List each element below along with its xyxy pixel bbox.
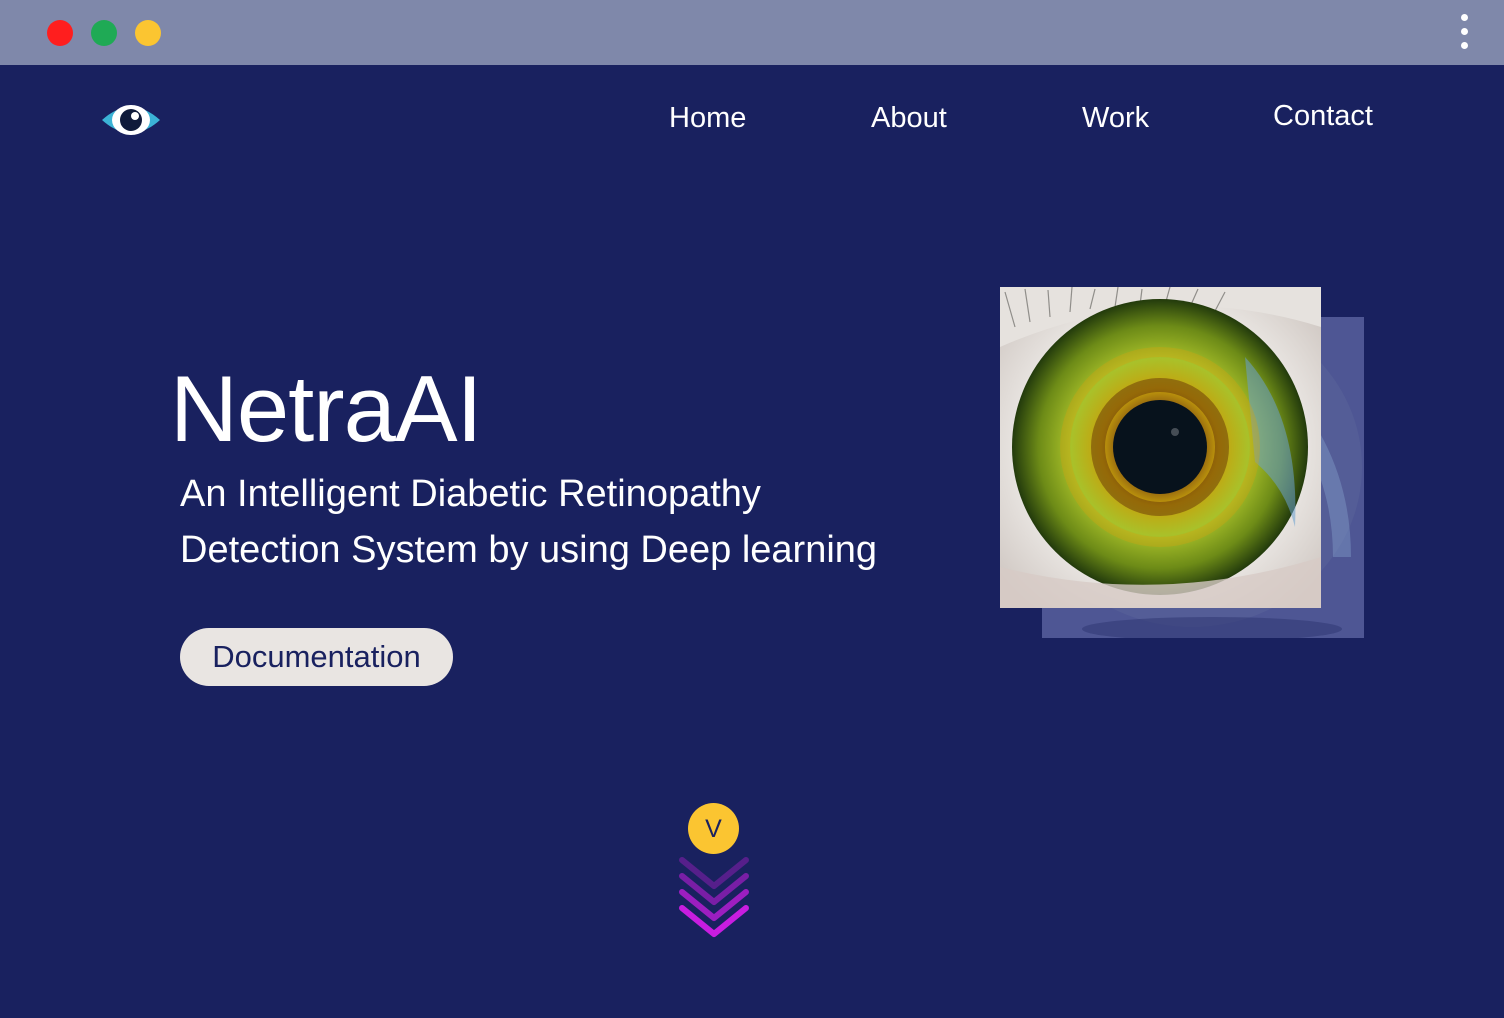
minimize-window-button[interactable] bbox=[135, 20, 161, 46]
hero-subtitle-line-1: An Intelligent Diabetic Retinopathy bbox=[180, 473, 761, 515]
hero-subtitle-line-2: Detection System by using Deep learning bbox=[180, 529, 878, 571]
hero-title: NetraAI bbox=[170, 356, 483, 461]
nav-link-contact[interactable]: Contact bbox=[1273, 100, 1373, 133]
nav-link-home[interactable]: Home bbox=[669, 102, 746, 135]
maximize-window-button[interactable] bbox=[91, 20, 117, 46]
close-window-button[interactable] bbox=[47, 20, 73, 46]
nav-link-about[interactable]: About bbox=[871, 102, 947, 135]
documentation-button[interactable]: Documentation bbox=[180, 628, 453, 686]
chevrons-down-icon[interactable] bbox=[674, 852, 754, 944]
eye-logo-icon[interactable] bbox=[101, 100, 161, 140]
nav-link-work[interactable]: Work bbox=[1082, 102, 1149, 135]
eye-iris-image bbox=[1000, 287, 1321, 608]
hero-subtitle: An Intelligent Diabetic Retinopathy Dete… bbox=[180, 466, 960, 578]
more-vertical-icon[interactable] bbox=[1452, 12, 1476, 52]
browser-titlebar bbox=[0, 0, 1504, 65]
scroll-down-badge[interactable]: V bbox=[688, 803, 739, 854]
